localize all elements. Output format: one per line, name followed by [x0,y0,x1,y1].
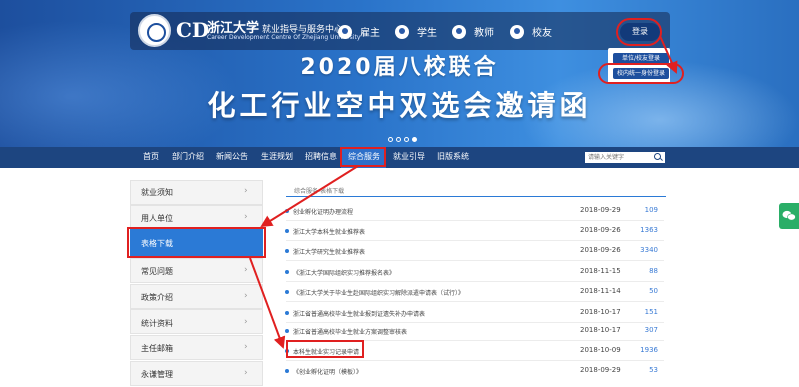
arrow-sidebar-to-row [249,257,286,349]
wechat-icon [782,210,796,221]
arrow-login-to-dropdown [659,35,678,74]
annotation-arrows [249,35,678,349]
page-root: { "header": { "logo_title": "浙江大学", "log… [0,0,799,387]
arrow-nav-to-sidebar [260,165,359,228]
